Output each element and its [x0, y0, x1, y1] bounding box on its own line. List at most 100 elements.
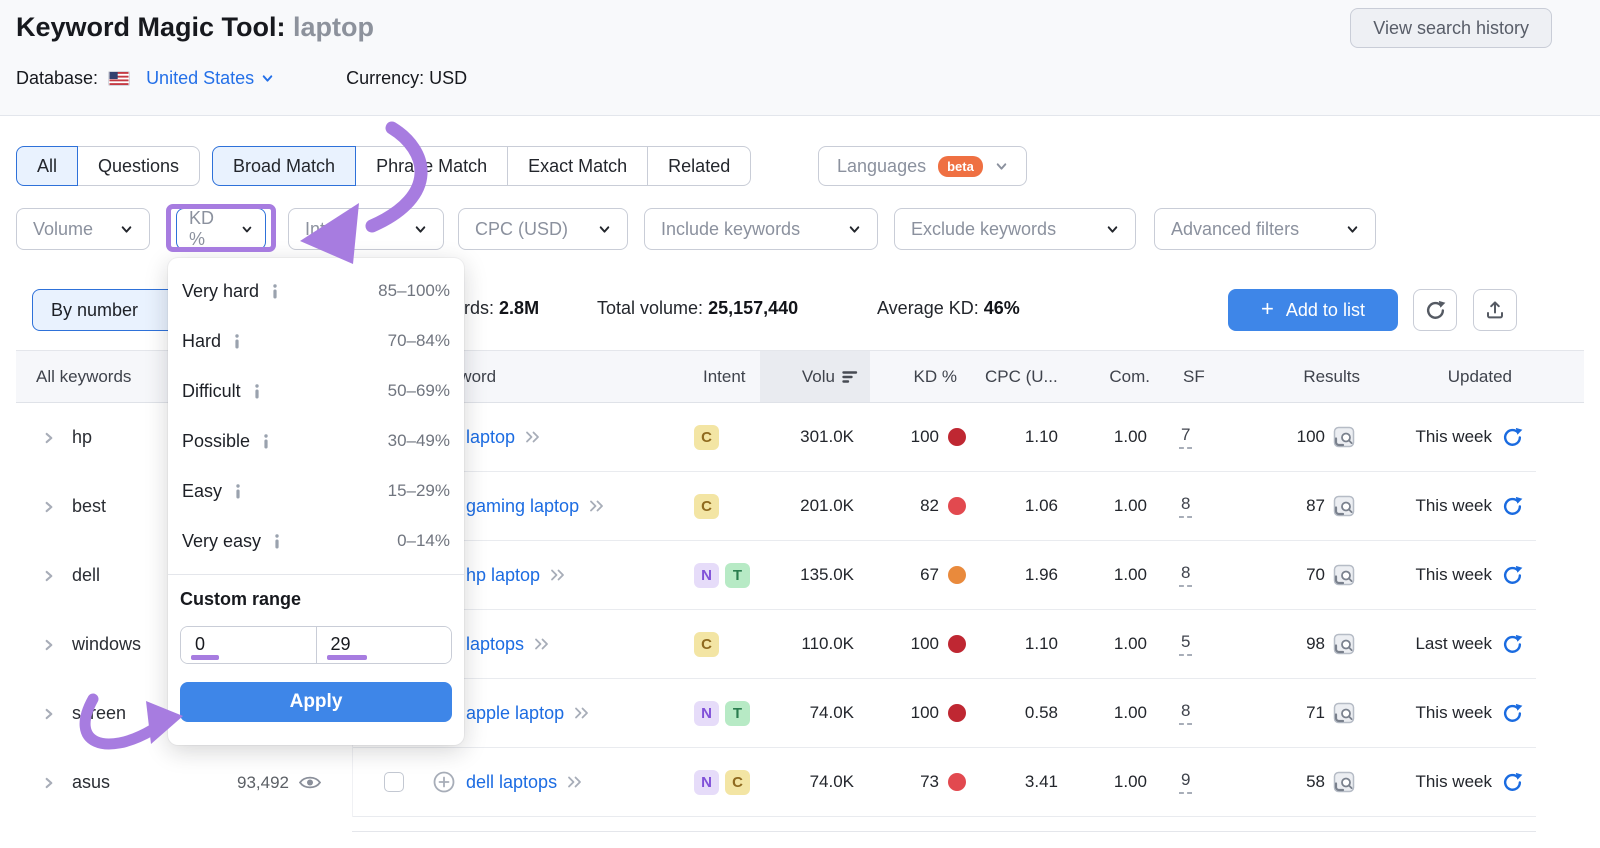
exclude-keywords-filter-button[interactable]: Exclude keywords [894, 208, 1136, 250]
serp-icon[interactable] [1333, 426, 1355, 448]
kd-filter-button[interactable]: KD % [176, 208, 266, 250]
sf-link[interactable]: 5 [1179, 632, 1192, 656]
sf-link[interactable]: 9 [1179, 770, 1192, 794]
refresh-icon[interactable] [1502, 634, 1523, 655]
kd-to-input[interactable]: 29 [316, 627, 452, 663]
results-value: 71 [1306, 703, 1325, 723]
add-to-list-button[interactable]: + Add to list [1228, 289, 1398, 331]
column-header-updated[interactable]: Updated [1448, 351, 1512, 402]
double-chevron-icon[interactable] [589, 499, 606, 513]
serp-icon[interactable] [1333, 633, 1355, 655]
filters-row: Volume KD % Intent CPC (USD) Include key… [0, 208, 1600, 250]
intent-badge-commercial: C [694, 425, 719, 450]
kd-option-possible[interactable]: Possible 30–49% [168, 416, 464, 466]
sort-descending-icon [842, 370, 858, 384]
view-search-history-button[interactable]: View search history [1350, 8, 1552, 48]
column-header-results[interactable]: Results [1303, 351, 1360, 402]
advanced-filters-button[interactable]: Advanced filters [1154, 208, 1376, 250]
tab-exact-match[interactable]: Exact Match [507, 146, 648, 186]
keyword-link[interactable]: dell laptops [466, 772, 557, 793]
serp-icon[interactable] [1333, 702, 1355, 724]
column-header-volume[interactable]: Volu [760, 351, 870, 402]
sf-link[interactable]: 7 [1179, 425, 1192, 449]
kd-from-input[interactable]: 0 [181, 627, 316, 663]
info-icon[interactable] [269, 284, 281, 299]
export-button[interactable] [1473, 289, 1517, 331]
double-chevron-icon[interactable] [534, 637, 551, 651]
cpc-filter-button[interactable]: CPC (USD) [458, 208, 628, 250]
keyword-link[interactable]: hp laptop [466, 565, 540, 586]
kd-option-hard[interactable]: Hard 70–84% [168, 316, 464, 366]
keyword-link[interactable]: gaming laptop [466, 496, 579, 517]
database-label: Database: [16, 68, 98, 89]
kd-option-very-hard[interactable]: Very hard 85–100% [168, 266, 464, 316]
kd-cell: 73 [871, 772, 976, 792]
sidebar-group-asus[interactable]: asus 93,492 [16, 748, 352, 817]
by-number-toggle-button[interactable]: By number [32, 289, 182, 331]
tab-phrase-match[interactable]: Phrase Match [355, 146, 508, 186]
tab-broad-match[interactable]: Broad Match [212, 146, 356, 186]
info-icon[interactable] [271, 534, 283, 549]
column-header-com[interactable]: Com. [1109, 351, 1150, 402]
include-keywords-filter-button[interactable]: Include keywords [644, 208, 878, 250]
database-selector[interactable]: United States [146, 68, 274, 89]
plus-circle-icon[interactable] [432, 770, 456, 794]
refresh-icon[interactable] [1502, 565, 1523, 586]
row-checkbox[interactable] [384, 772, 404, 792]
row-checkbox-cell [353, 772, 421, 792]
intent-cell: C [681, 632, 761, 657]
kd-filter-label: KD % [189, 208, 231, 250]
tab-related[interactable]: Related [647, 146, 751, 186]
include-keywords-label: Include keywords [661, 219, 800, 240]
refresh-icon[interactable] [1502, 496, 1523, 517]
tab-all[interactable]: All [16, 146, 78, 186]
intent-badge-transactional: T [725, 563, 750, 588]
results-cell: 58 [1231, 771, 1361, 793]
refresh-icon[interactable] [1502, 772, 1523, 793]
serp-icon[interactable] [1333, 771, 1355, 793]
apply-button[interactable]: Apply [180, 682, 452, 722]
serp-icon[interactable] [1333, 564, 1355, 586]
column-header-sf[interactable]: SF [1183, 351, 1205, 402]
keyword-cell: apple laptop [466, 703, 681, 724]
keyword-link[interactable]: laptops [466, 634, 524, 655]
volume-filter-button[interactable]: Volume [16, 208, 150, 250]
chevron-right-icon [42, 707, 56, 721]
info-icon[interactable] [232, 484, 244, 499]
serp-icon[interactable] [1333, 495, 1355, 517]
table-row: hp laptop NT 135.0K 67 1.96 1.00 8 70 Th… [353, 541, 1536, 610]
info-icon[interactable] [260, 434, 272, 449]
kd-preset-options: Very hard 85–100% Hard 70–84% Difficult … [168, 258, 464, 566]
eye-icon[interactable] [298, 774, 322, 791]
cpc-cell: 1.10 [976, 427, 1063, 447]
updated-cell: This week [1361, 496, 1537, 517]
refresh-icon[interactable] [1502, 703, 1523, 724]
sf-link[interactable]: 8 [1179, 494, 1192, 518]
refresh-table-button[interactable] [1413, 289, 1457, 331]
kd-option-difficult[interactable]: Difficult 50–69% [168, 366, 464, 416]
double-chevron-icon[interactable] [574, 706, 591, 720]
column-header-cpc[interactable]: CPC (U... [985, 351, 1058, 402]
info-icon[interactable] [251, 384, 263, 399]
info-icon[interactable] [231, 334, 243, 349]
keyword-link[interactable]: laptop [466, 427, 515, 448]
kd-cell: 100 [871, 634, 976, 654]
column-header-intent[interactable]: Intent [703, 351, 746, 402]
column-header-kd[interactable]: KD % [914, 351, 957, 402]
double-chevron-icon[interactable] [567, 775, 584, 789]
double-chevron-icon[interactable] [550, 568, 567, 582]
sf-cell: 7 [1151, 425, 1231, 449]
double-chevron-icon[interactable] [525, 430, 542, 444]
kd-option-label: Possible [182, 431, 250, 452]
sf-link[interactable]: 8 [1179, 701, 1192, 725]
keyword-link[interactable]: apple laptop [466, 703, 564, 724]
page-title-label: Keyword Magic Tool: [16, 12, 286, 42]
tab-questions[interactable]: Questions [77, 146, 200, 186]
intent-filter-button[interactable]: Intent [288, 208, 444, 250]
refresh-icon[interactable] [1502, 427, 1523, 448]
kd-option-very-easy[interactable]: Very easy 0–14% [168, 516, 464, 566]
languages-dropdown-button[interactable]: Languages beta [818, 146, 1027, 186]
sf-link[interactable]: 8 [1179, 563, 1192, 587]
sidebar-header-all-keywords[interactable]: All keywords [36, 351, 131, 402]
kd-option-easy[interactable]: Easy 15–29% [168, 466, 464, 516]
